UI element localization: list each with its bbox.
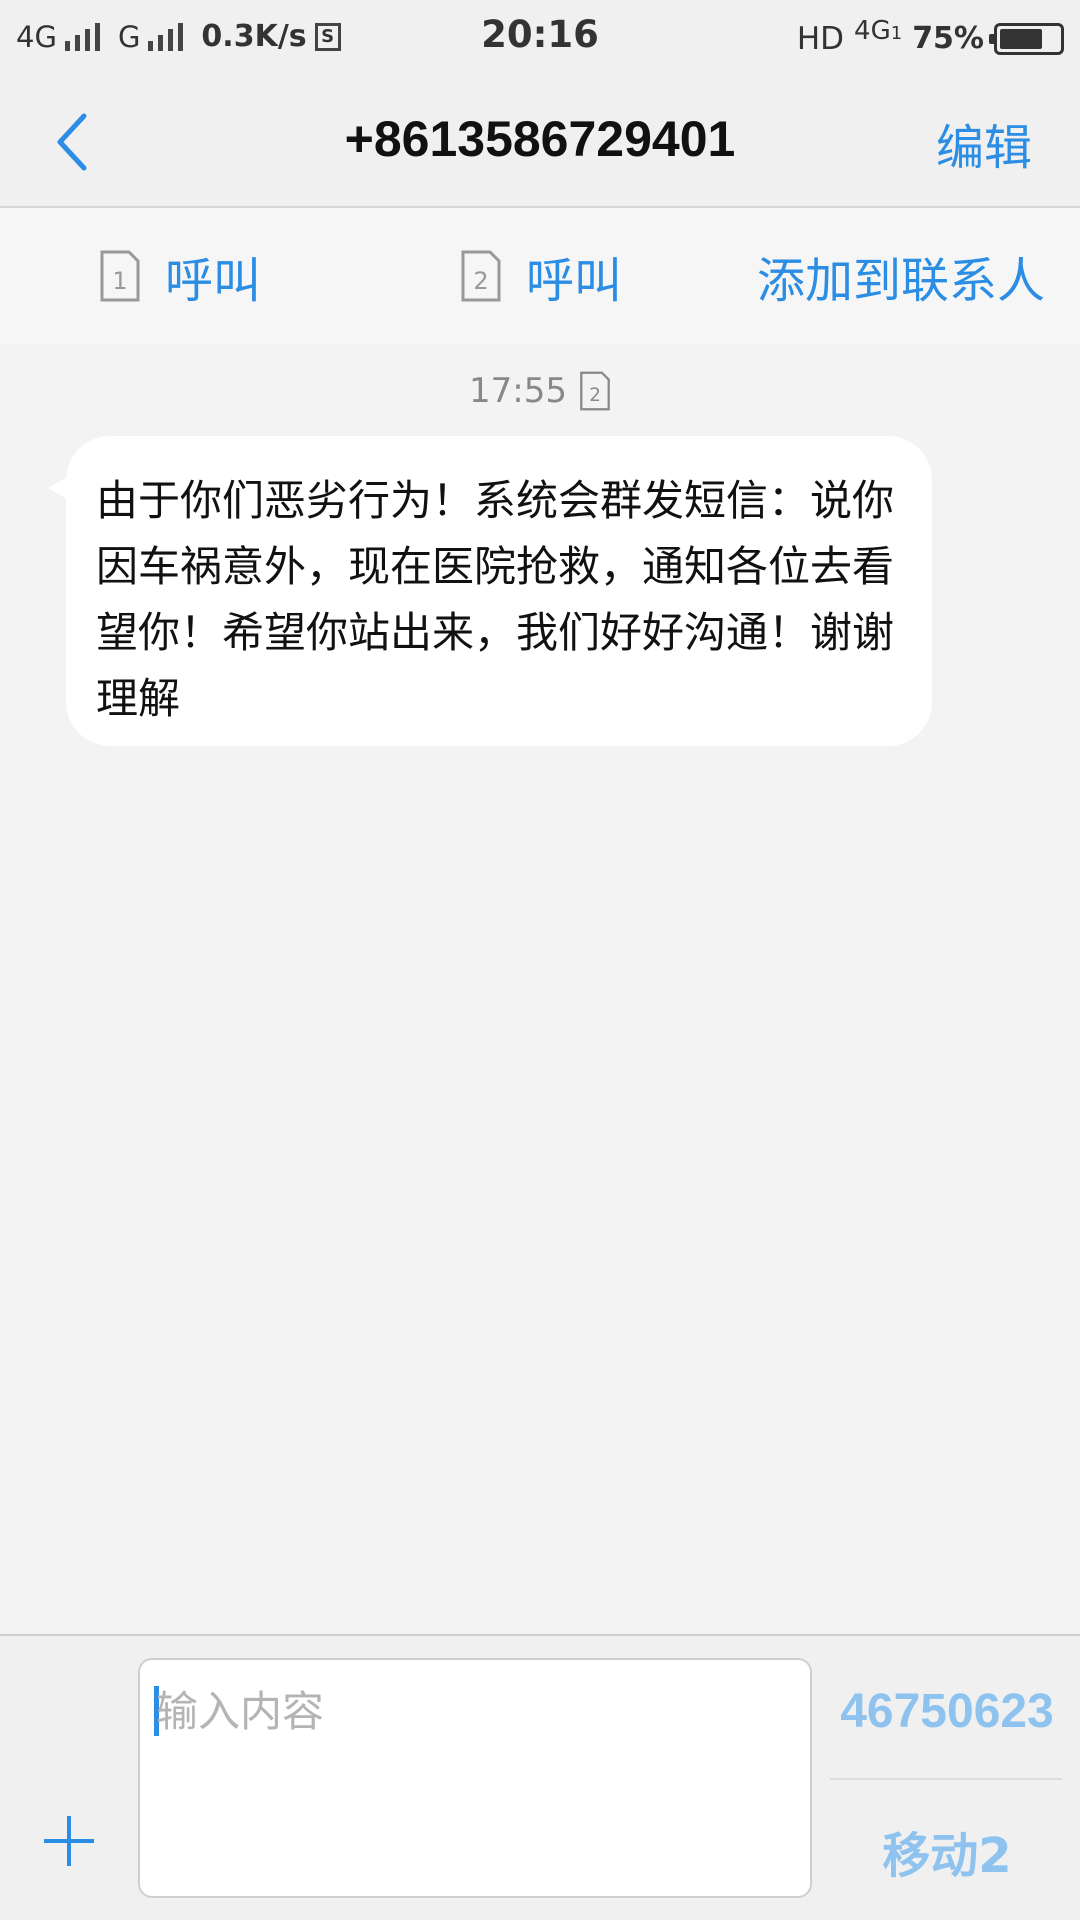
divider <box>830 1778 1062 1780</box>
battery-fill <box>1000 28 1042 49</box>
volte-icon: 4G1 <box>854 12 902 53</box>
message-list[interactable]: 17:55 2 由于你们恶劣行为！系统会群发短信：说你因车祸意外，现在医院抢救，… <box>0 344 1080 1634</box>
composer-bar: 输入内容 46750623 移动2 <box>0 1634 1080 1920</box>
call-sim1-button[interactable]: 1 呼叫 <box>0 208 360 344</box>
contact-action-bar: 1 呼叫 2 呼叫 添加到联系人 <box>0 208 1080 344</box>
edit-button[interactable]: 编辑 <box>936 108 1032 178</box>
timestamp-text: 17:55 <box>469 371 567 411</box>
message-input[interactable]: 输入内容 <box>138 1658 812 1898</box>
status-bar: 4G G 0.3K/s S 20:16 HD 4G1 75% <box>0 0 1080 74</box>
message-timestamp: 17:55 2 <box>0 370 1080 412</box>
battery-icon <box>989 22 1064 55</box>
timestamp-sim-number: 2 <box>589 385 601 406</box>
send-sim-selector[interactable]: 移动2 <box>828 1816 1066 1886</box>
send-to-number-button[interactable]: 46750623 <box>828 1684 1066 1739</box>
add-to-contacts-button[interactable]: 添加到联系人 <box>722 208 1080 344</box>
call-sim2-label: 呼叫 <box>525 253 622 309</box>
conversation-header: +8613586729401 编辑 <box>0 74 1080 208</box>
sim-2-icon: 2 <box>460 249 502 303</box>
call-sim2-button[interactable]: 2 呼叫 <box>360 208 722 344</box>
status-right: HD 4G1 75% <box>796 16 1064 59</box>
plus-icon <box>44 1816 94 1866</box>
hd-label: HD <box>796 20 845 57</box>
battery-percent: 75% <box>912 20 984 56</box>
add-attachment-button[interactable] <box>40 1812 98 1870</box>
message-input-placeholder: 输入内容 <box>156 1687 325 1736</box>
sim-1-icon: 1 <box>99 249 141 303</box>
page-title: +8613586729401 <box>344 111 736 167</box>
sim-2-icon: 2 <box>579 370 611 412</box>
messaging-screen: 4G G 0.3K/s S 20:16 HD 4G1 75% +86135867… <box>0 0 1080 1920</box>
volte-sub: 1 <box>890 23 903 44</box>
incoming-message-bubble[interactable]: 由于你们恶劣行为！系统会群发短信：说你因车祸意外，现在医院抢救，通知各位去看望你… <box>66 436 932 746</box>
sim-2-number: 2 <box>473 267 488 295</box>
sim-1-number: 1 <box>112 267 127 295</box>
call-sim1-label: 呼叫 <box>164 253 261 309</box>
volte-label: 4G <box>854 16 891 46</box>
